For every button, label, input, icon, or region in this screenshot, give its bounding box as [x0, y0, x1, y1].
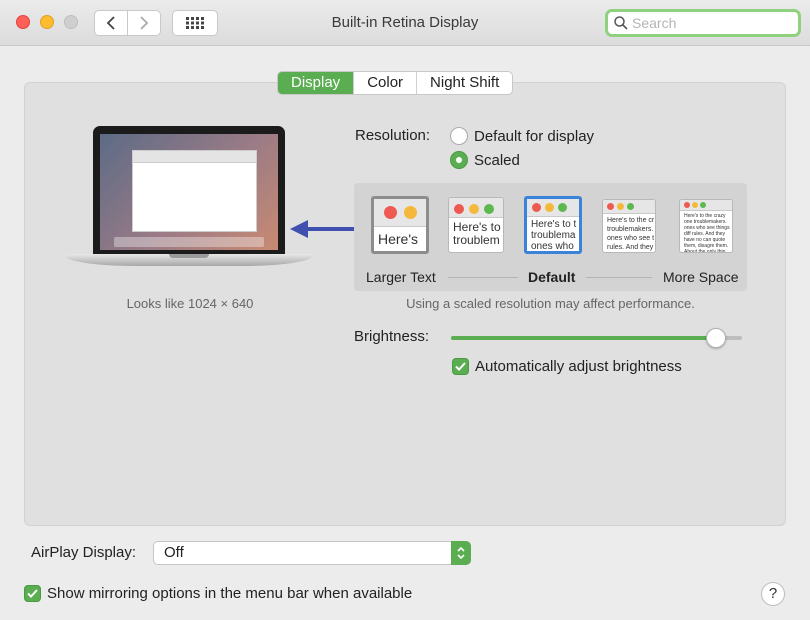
- title-bar: Built-in Retina Display: [0, 0, 810, 46]
- scale-option-larger-text[interactable]: Here's: [371, 196, 429, 254]
- close-window-button[interactable]: [16, 15, 30, 29]
- yellow-dot-icon: [545, 203, 554, 212]
- auto-brightness-checkbox[interactable]: Automatically adjust brightness: [452, 358, 682, 375]
- document-toolbar: [133, 151, 256, 163]
- thumb-titlebar: [374, 199, 426, 227]
- zoom-window-button[interactable]: [64, 15, 78, 29]
- airplay-label: AirPlay Display:: [31, 544, 137, 561]
- looks-like-label: Looks like 1024 × 640: [126, 296, 254, 311]
- tab-night-shift[interactable]: Night Shift: [416, 72, 512, 94]
- slider-knob[interactable]: [705, 328, 726, 348]
- brightness-slider[interactable]: [451, 328, 742, 348]
- checkmark-icon: [455, 362, 466, 371]
- search-field[interactable]: [605, 9, 801, 37]
- more-space-label: More Space: [663, 269, 739, 285]
- red-dot-icon: [384, 206, 397, 219]
- chevron-up-down-icon: [457, 546, 465, 560]
- airplay-value: Off: [164, 544, 184, 561]
- thumb-titlebar: [449, 198, 503, 218]
- radio-default-for-display[interactable]: Default for display: [450, 127, 594, 145]
- laptop-lid: [93, 126, 285, 254]
- brightness-label: Brightness:: [354, 328, 430, 345]
- checkbox-label: Automatically adjust brightness: [475, 358, 682, 375]
- yellow-dot-icon: [404, 206, 417, 219]
- grid-icon: [186, 17, 204, 29]
- search-icon: [614, 16, 628, 30]
- tab-display[interactable]: Display: [278, 72, 354, 94]
- scale-divider: [448, 277, 518, 278]
- airplay-select[interactable]: Off: [153, 541, 471, 565]
- thumb-titlebar: [527, 199, 579, 217]
- checkbox-label: Show mirroring options in the menu bar w…: [47, 585, 413, 602]
- yellow-dot-icon: [469, 204, 479, 214]
- checkbox[interactable]: [452, 358, 469, 375]
- red-dot-icon: [607, 203, 614, 210]
- radio-scaled[interactable]: Scaled: [450, 151, 520, 169]
- forward-button[interactable]: [127, 10, 161, 36]
- slider-fill: [451, 336, 716, 340]
- laptop-illustration: [66, 126, 312, 276]
- thumb-text: Here's: [378, 231, 419, 247]
- window-title: Built-in Retina Display: [331, 14, 479, 31]
- larger-text-label: Larger Text: [366, 269, 436, 285]
- chevron-left-icon: [106, 16, 115, 30]
- show-all-button[interactable]: [172, 10, 218, 36]
- default-label: Default: [528, 269, 576, 285]
- scale-option-default[interactable]: Here's to t troublema ones who: [524, 196, 582, 254]
- scale-options: Here's Here's to troublem Here's to t tr…: [354, 183, 747, 291]
- tab-bar: Display Color Night Shift: [277, 71, 514, 95]
- red-dot-icon: [684, 202, 690, 208]
- radio-label: Default for display: [474, 127, 595, 145]
- thumb-text: Here's to troublem: [453, 220, 501, 247]
- select-stepper[interactable]: [451, 541, 471, 565]
- checkmark-icon: [27, 589, 38, 598]
- scale-divider: [586, 277, 652, 278]
- checkbox[interactable]: [24, 585, 41, 602]
- thumb-titlebar: [603, 200, 655, 214]
- green-dot-icon: [558, 203, 567, 212]
- green-dot-icon: [700, 202, 706, 208]
- yellow-dot-icon: [692, 202, 698, 208]
- help-button[interactable]: ?: [761, 582, 785, 606]
- screen-dock: [114, 237, 264, 247]
- thumb-titlebar: [680, 200, 732, 211]
- scale-option-more-space[interactable]: Here's to the crazy one troublemakers. o…: [679, 199, 733, 253]
- radio-button[interactable]: [450, 127, 468, 145]
- green-dot-icon: [484, 204, 494, 214]
- screen-document: [132, 150, 257, 232]
- yellow-dot-icon: [617, 203, 624, 210]
- green-dot-icon: [627, 203, 634, 210]
- thumb-text: Here's to the crazy one troublemakers. o…: [684, 213, 730, 253]
- red-dot-icon: [532, 203, 541, 212]
- tab-color[interactable]: Color: [353, 72, 416, 94]
- chevron-right-icon: [140, 16, 149, 30]
- back-button[interactable]: [94, 10, 128, 36]
- thumb-text: Here's to the cr troublemakers. ones who…: [607, 217, 655, 251]
- thumb-text: Here's to t troublema ones who: [531, 219, 577, 252]
- minimize-window-button[interactable]: [40, 15, 54, 29]
- red-dot-icon: [454, 204, 464, 214]
- scale-option-4[interactable]: Here's to the cr troublemakers. ones who…: [602, 199, 656, 253]
- search-input[interactable]: [632, 15, 792, 31]
- radio-button[interactable]: [450, 151, 468, 169]
- scale-option-2[interactable]: Here's to troublem: [448, 197, 504, 253]
- laptop-screen: [100, 134, 278, 250]
- mirroring-checkbox[interactable]: Show mirroring options in the menu bar w…: [24, 585, 412, 602]
- performance-note: Using a scaled resolution may affect per…: [406, 296, 695, 311]
- radio-label: Scaled: [474, 151, 520, 169]
- resolution-label: Resolution:: [355, 127, 431, 144]
- laptop-notch: [169, 254, 209, 258]
